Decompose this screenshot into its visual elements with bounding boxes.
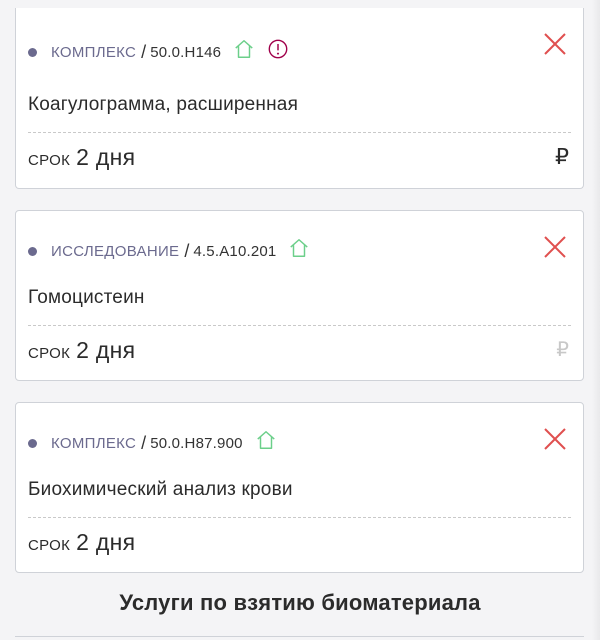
- service-type: ИССЛЕДОВАНИЕ: [51, 242, 180, 260]
- term-row: СРОК 2 дня: [28, 529, 135, 556]
- home-icon: [235, 40, 253, 58]
- service-type: КОМПЛЕКС: [51, 434, 137, 452]
- bullet-dot: [28, 47, 37, 57]
- separator: /: [141, 432, 147, 453]
- close-icon[interactable]: [543, 427, 567, 451]
- term-label: СРОК: [28, 537, 71, 554]
- close-icon[interactable]: [543, 32, 567, 56]
- service-card: ИССЛЕДОВАНИЕ / 4.5.A10.201 Гомоцистеин С…: [15, 210, 584, 381]
- service-code: 50.0.H146: [150, 43, 222, 61]
- home-icon: [256, 431, 275, 449]
- separator: /: [184, 240, 190, 261]
- service-name: Коагулограмма, расширенная: [28, 94, 299, 115]
- close-icon[interactable]: [543, 235, 567, 259]
- term-value: 2 дня: [76, 529, 136, 555]
- divider: [28, 132, 571, 133]
- service-name: Гомоцистеин: [28, 287, 145, 308]
- divider: [28, 325, 571, 326]
- separator: /: [141, 41, 147, 62]
- service-name: Биохимический анализ крови: [28, 479, 293, 500]
- service-meta: ИССЛЕДОВАНИЕ / 4.5.A10.201: [28, 239, 310, 263]
- service-card: КОМПЛЕКС / 50.0.H146 Коагулограмма, расш…: [15, 8, 584, 189]
- home-icon: [290, 239, 309, 257]
- scroll-shadow: [592, 0, 600, 640]
- service-meta: КОМПЛЕКС / 50.0.H87.900: [28, 431, 277, 455]
- bullet-dot: [28, 246, 37, 256]
- service-meta: КОМПЛЕКС / 50.0.H146: [28, 38, 289, 64]
- price-currency: ₽: [555, 144, 569, 169]
- term-value: 2 дня: [76, 337, 136, 363]
- service-type: КОМПЛЕКС: [51, 43, 137, 61]
- service-code: 4.5.A10.201: [193, 242, 277, 260]
- next-card-edge: [15, 636, 584, 637]
- service-code: 50.0.H87.900: [150, 434, 243, 452]
- service-card: КОМПЛЕКС / 50.0.H87.900 Биохимический ан…: [15, 402, 584, 573]
- term-label: СРОК: [28, 152, 71, 169]
- bullet-dot: [28, 438, 37, 448]
- term-label: СРОК: [28, 345, 71, 362]
- divider: [28, 517, 571, 518]
- exclamation-circle-icon[interactable]: [267, 38, 289, 60]
- term-row: СРОК 2 дня: [28, 144, 135, 171]
- price-currency: ₽: [556, 339, 569, 361]
- section-heading: Услуги по взятию биоматериала: [119, 590, 481, 615]
- cart-screen: КОМПЛЕКС / 50.0.H146 Коагулограмма, расш…: [0, 0, 600, 640]
- term-row: СРОК 2 дня: [28, 337, 135, 364]
- term-value: 2 дня: [76, 144, 136, 170]
